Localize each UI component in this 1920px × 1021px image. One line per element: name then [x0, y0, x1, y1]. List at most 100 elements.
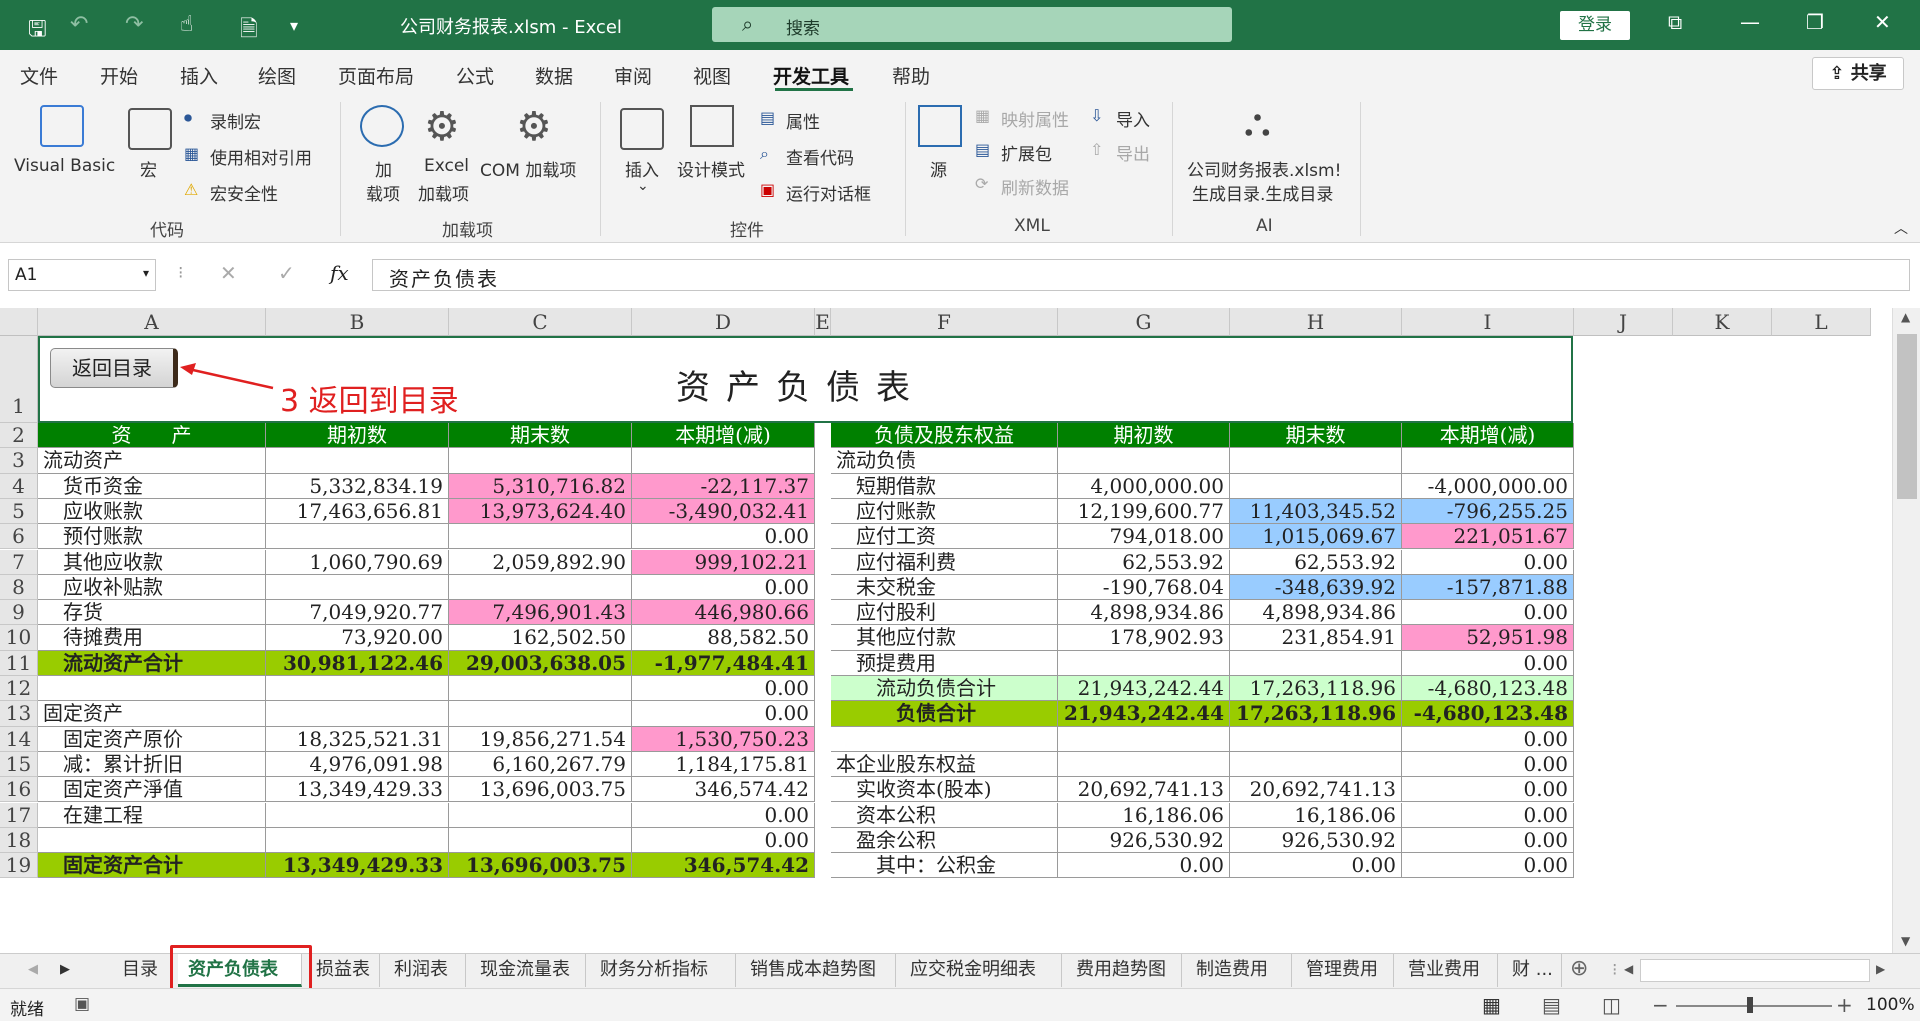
- prev-sheet-icon[interactable]: ◀: [28, 962, 38, 977]
- table-cell[interactable]: 在建工程: [38, 802, 266, 828]
- insert-function-icon[interactable]: fx: [330, 261, 349, 285]
- row-header[interactable]: 18: [0, 827, 38, 854]
- table-cell[interactable]: [449, 574, 632, 601]
- table-cell[interactable]: 30,981,122.46: [266, 650, 449, 676]
- table-cell[interactable]: 6,160,267.79: [449, 751, 632, 778]
- table-cell[interactable]: 221,051.67: [1402, 524, 1574, 550]
- collapse-ribbon-icon[interactable]: ︿: [1894, 218, 1908, 238]
- table-cell[interactable]: 盈余公积: [831, 827, 1058, 854]
- visual-basic-icon[interactable]: [40, 105, 84, 147]
- cancel-icon[interactable]: ✕: [220, 261, 237, 285]
- table-cell[interactable]: 0.00: [1230, 853, 1402, 879]
- table-cell[interactable]: 应付股利: [831, 600, 1058, 626]
- customize-qat-icon[interactable]: ▾: [290, 16, 298, 35]
- header-cell[interactable]: 资 产: [38, 423, 266, 449]
- table-cell[interactable]: 21,943,242.44: [1058, 701, 1230, 727]
- column-header[interactable]: F: [831, 308, 1058, 336]
- run-dialog-button[interactable]: 运行对话框: [786, 180, 871, 205]
- table-cell[interactable]: [266, 574, 449, 601]
- return-to-index-button[interactable]: 返回目录: [50, 348, 178, 388]
- column-header[interactable]: L: [1772, 308, 1871, 336]
- visual-basic-button[interactable]: Visual Basic: [14, 156, 115, 176]
- row-header[interactable]: 10: [0, 625, 38, 651]
- table-cell[interactable]: 0.00: [1402, 600, 1574, 626]
- table-cell[interactable]: [831, 726, 1058, 752]
- menu-help[interactable]: 帮助: [892, 62, 930, 89]
- row-header[interactable]: 19: [0, 853, 38, 879]
- row-header[interactable]: 8: [0, 574, 38, 601]
- scroll-down-icon[interactable]: ▼: [1901, 934, 1910, 948]
- table-cell[interactable]: 62,553.92: [1058, 549, 1230, 575]
- sheet-tab[interactable]: 现金流量表: [470, 954, 586, 987]
- spacer-cell[interactable]: [815, 423, 831, 448]
- table-cell[interactable]: 5,332,834.19: [266, 473, 449, 499]
- sheet-tab[interactable]: 营业费用: [1398, 954, 1498, 987]
- table-cell[interactable]: -3,490,032.41: [632, 498, 815, 525]
- undo-icon[interactable]: ↶: [70, 12, 88, 37]
- table-cell[interactable]: 0.00: [1402, 726, 1574, 752]
- table-cell[interactable]: 13,349,429.33: [266, 853, 449, 879]
- macro-icon[interactable]: [128, 108, 172, 150]
- table-cell[interactable]: [449, 676, 632, 702]
- restore-icon[interactable]: ❐: [1806, 10, 1824, 34]
- macro-security-button[interactable]: 宏安全性: [210, 180, 278, 205]
- table-cell[interactable]: [266, 827, 449, 854]
- table-cell[interactable]: 流动资产合计: [38, 650, 266, 676]
- table-cell[interactable]: 20,692,741.13: [1058, 777, 1230, 803]
- row-header[interactable]: 3: [0, 448, 38, 474]
- menu-view[interactable]: 视图: [693, 62, 731, 89]
- table-cell[interactable]: 17,263,118.96: [1230, 676, 1402, 702]
- menu-developer[interactable]: 开发工具: [773, 62, 849, 89]
- table-cell[interactable]: 4,976,091.98: [266, 751, 449, 778]
- table-cell[interactable]: 应收补贴款: [38, 574, 266, 601]
- touch-mode-icon[interactable]: ☝: [180, 12, 193, 37]
- header-cell[interactable]: 期末数: [449, 423, 632, 449]
- row-header[interactable]: 2: [0, 423, 38, 449]
- row-header[interactable]: 16: [0, 777, 38, 803]
- table-cell[interactable]: [1230, 751, 1402, 778]
- row-header[interactable]: 12: [0, 676, 38, 702]
- row-header[interactable]: 13: [0, 701, 38, 727]
- add-sheet-icon[interactable]: ⊕: [1570, 956, 1588, 981]
- table-cell[interactable]: 4,898,934.86: [1058, 600, 1230, 626]
- view-code-button[interactable]: 查看代码: [786, 144, 854, 169]
- worksheet-grid[interactable]: A B C D E F G H I J K L 1 2 3 4 5 6 7 8 9 10 11 12 1…: [0, 308, 1920, 953]
- table-cell[interactable]: 0.00: [1402, 827, 1574, 854]
- table-cell[interactable]: 短期借款: [831, 473, 1058, 499]
- column-header[interactable]: H: [1230, 308, 1402, 336]
- table-cell[interactable]: 20,692,741.13: [1230, 777, 1402, 803]
- table-cell[interactable]: 0.00: [1402, 777, 1574, 803]
- column-header[interactable]: A: [38, 308, 266, 336]
- table-cell[interactable]: 162,502.50: [449, 625, 632, 651]
- table-cell[interactable]: 流动负债合计: [831, 676, 1058, 702]
- redo-icon[interactable]: ↷: [125, 12, 143, 37]
- table-cell[interactable]: 0.00: [1402, 853, 1574, 879]
- table-cell[interactable]: [266, 802, 449, 828]
- table-cell[interactable]: [449, 827, 632, 854]
- table-cell[interactable]: 固定资产: [38, 701, 266, 727]
- table-cell[interactable]: 4,898,934.86: [1230, 600, 1402, 626]
- row-header[interactable]: 9: [0, 600, 38, 626]
- xml-source-button[interactable]: 源: [930, 156, 947, 181]
- table-cell[interactable]: 5,310,716.82: [449, 473, 632, 499]
- chevron-down-icon[interactable]: ▾: [143, 266, 149, 280]
- table-cell[interactable]: [1058, 751, 1230, 778]
- page-layout-view-icon[interactable]: ▤: [1542, 993, 1561, 1017]
- table-cell[interactable]: 预提费用: [831, 650, 1058, 676]
- column-header[interactable]: G: [1058, 308, 1230, 336]
- table-cell[interactable]: 0.00: [632, 524, 815, 550]
- table-cell[interactable]: [1058, 650, 1230, 676]
- horizontal-scrollbar[interactable]: [1640, 959, 1870, 982]
- zoom-in-icon[interactable]: +: [1836, 993, 1853, 1017]
- table-cell[interactable]: 减：累计折旧: [38, 751, 266, 778]
- table-cell[interactable]: [632, 448, 815, 474]
- sheet-tab[interactable]: 目录: [112, 954, 172, 987]
- table-cell[interactable]: 流动负债: [831, 448, 1058, 474]
- table-cell[interactable]: 其中：公积金: [831, 853, 1058, 879]
- table-cell[interactable]: 0.00: [632, 574, 815, 601]
- table-cell[interactable]: [1402, 448, 1574, 474]
- column-header[interactable]: I: [1402, 308, 1574, 336]
- column-header[interactable]: D: [632, 308, 815, 336]
- sheet-tab[interactable]: 财务分析指标: [590, 954, 736, 987]
- table-cell[interactable]: 实收资本(股本): [831, 777, 1058, 803]
